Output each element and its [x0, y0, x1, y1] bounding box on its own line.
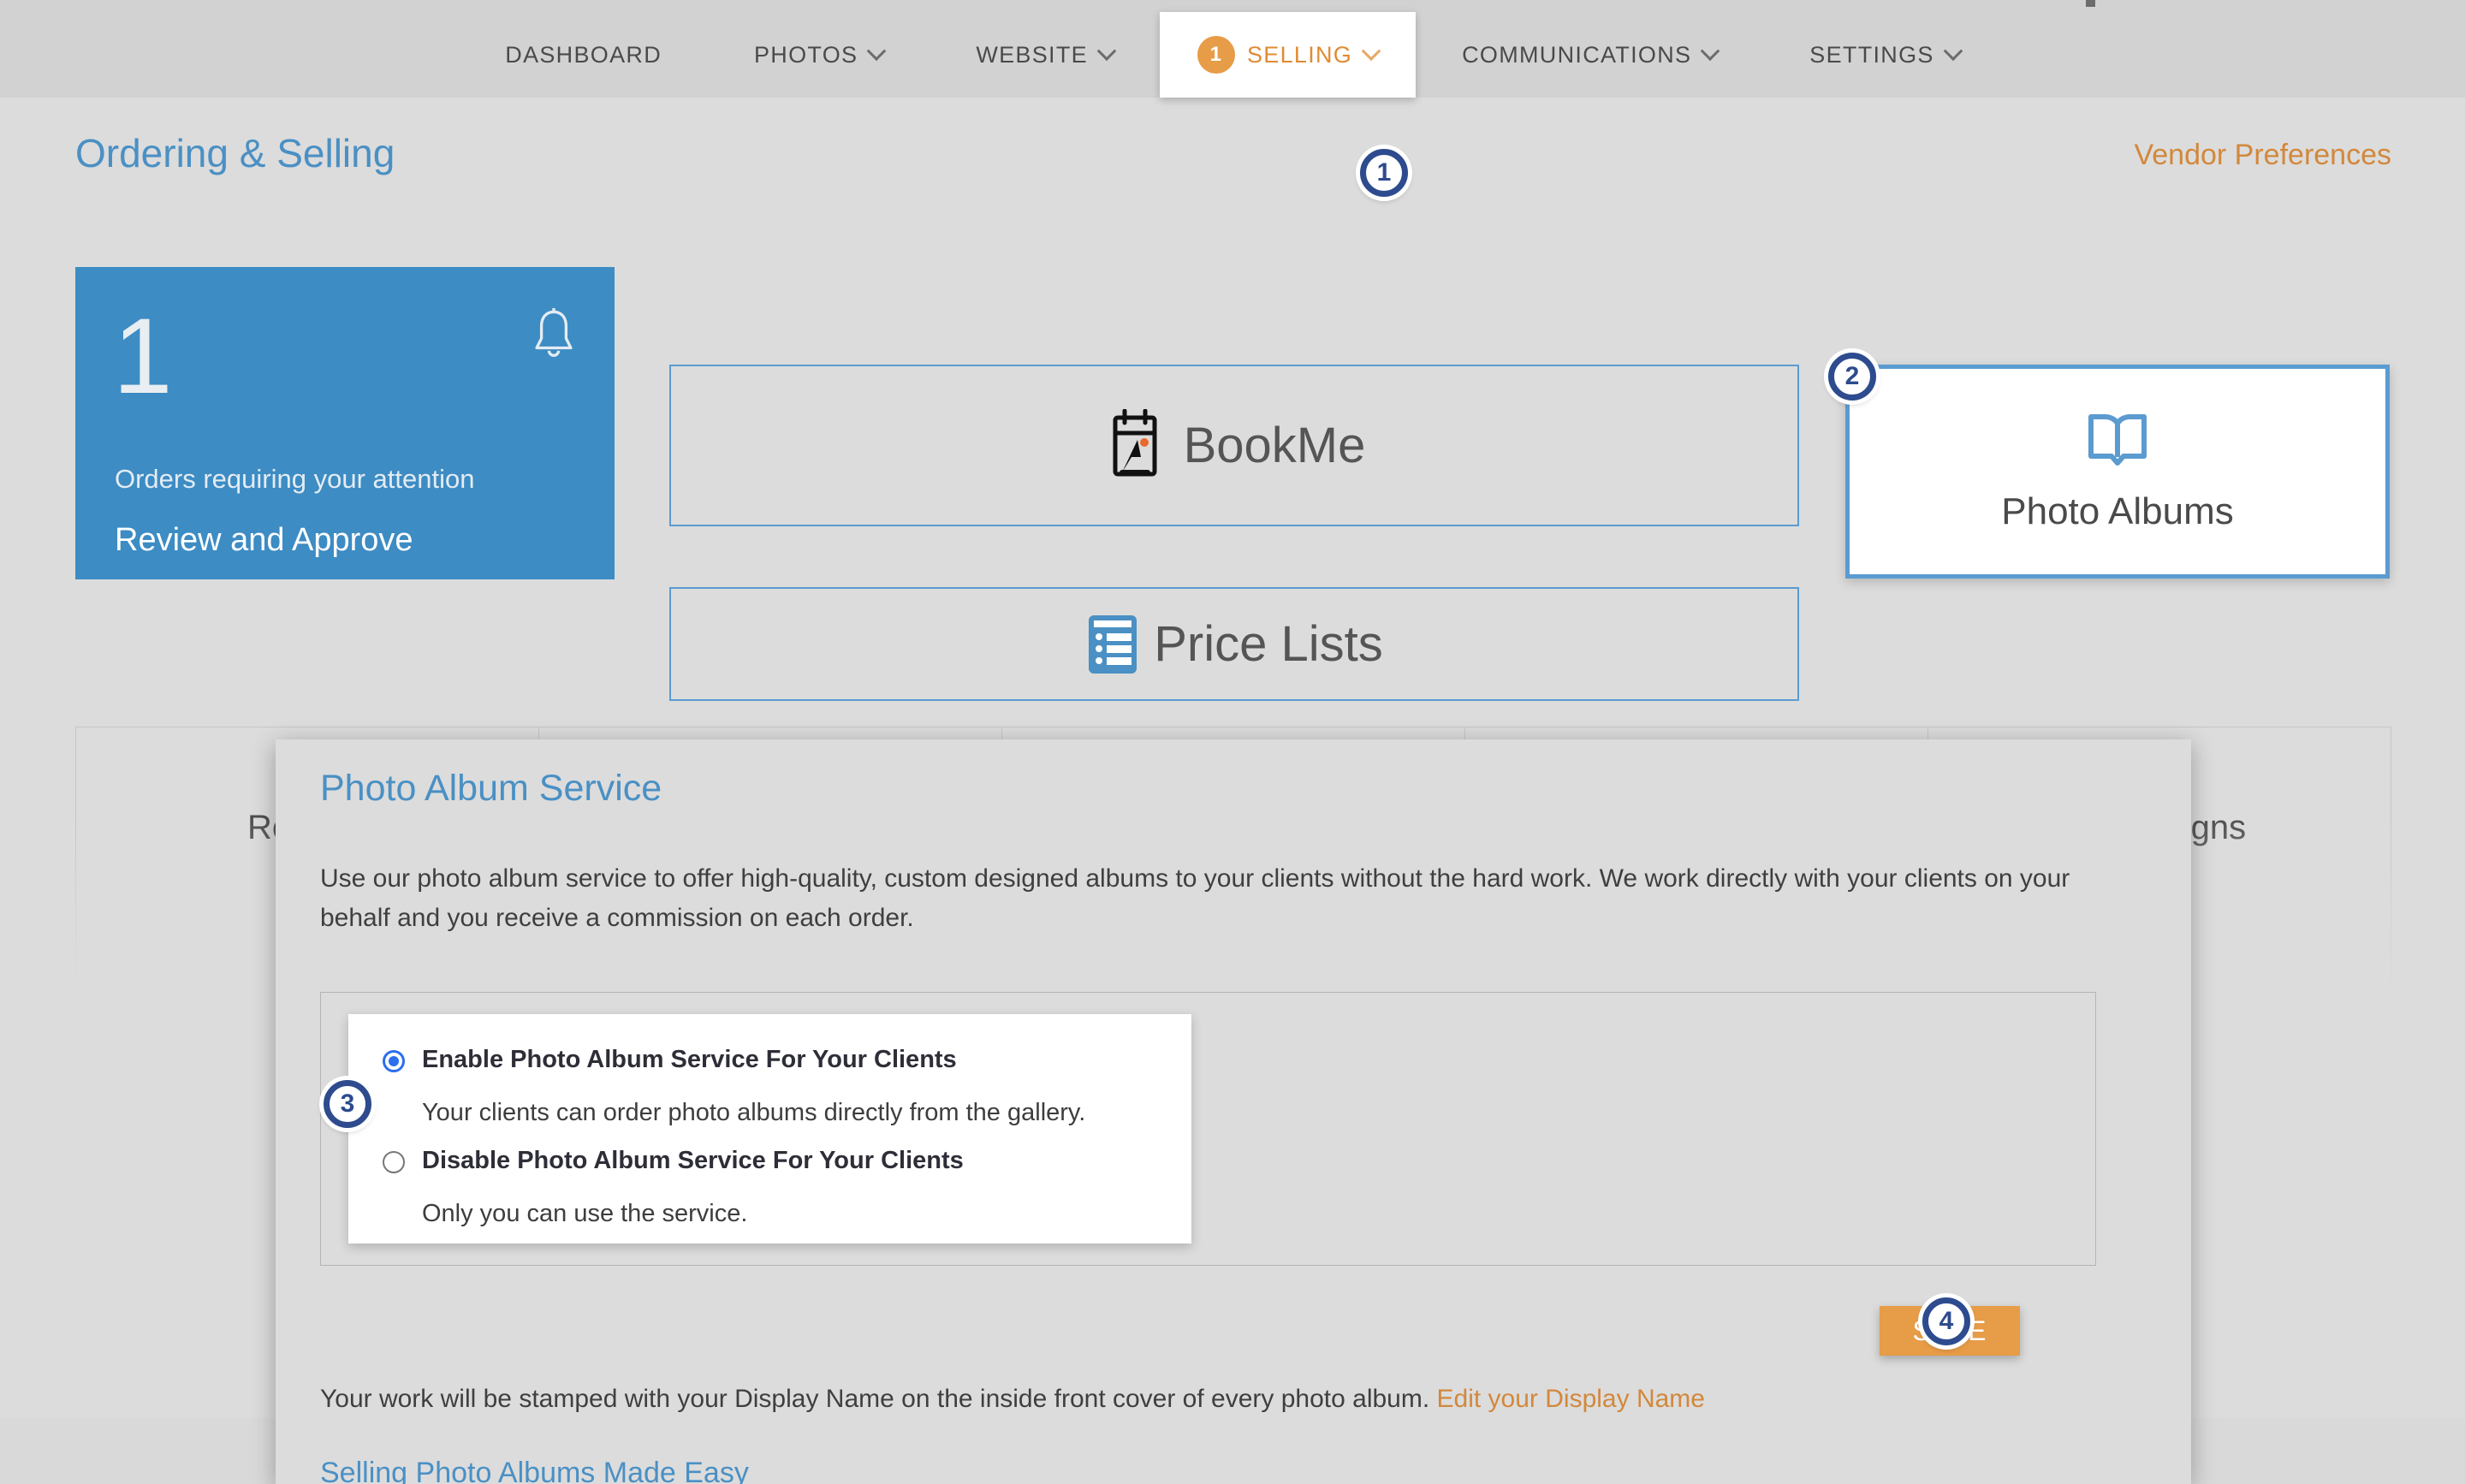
- modal-description: Use our photo album service to offer hig…: [320, 864, 2070, 932]
- nav-tab-dashboard[interactable]: DASHBOARD: [459, 12, 708, 98]
- orders-review-approve-link[interactable]: Review and Approve: [115, 522, 413, 559]
- display-name-stamp-text: Your work will be stamped with your Disp…: [320, 1385, 1705, 1414]
- page-title: Ordering & Selling: [75, 131, 395, 175]
- main-navigation: DASHBOARD PHOTOS WEBSITE 1 SELLING COMMU…: [0, 12, 2465, 98]
- disable-photo-album-service-radio[interactable]: [383, 1151, 405, 1173]
- nav-tab-settings[interactable]: SETTINGS: [1763, 12, 2005, 98]
- chevron-down-icon: [1361, 41, 1381, 62]
- photo-albums-tile[interactable]: Photo Albums: [1845, 365, 2390, 579]
- nav-tab-website[interactable]: WEBSITE: [930, 12, 1160, 98]
- bookme-calendar-icon: [1113, 408, 1157, 476]
- nav-tab-selling-label: SELLING: [1246, 41, 1353, 68]
- chevron-down-icon: [867, 41, 887, 62]
- option-enable-note: Your clients can order photo albums dire…: [422, 1098, 1086, 1126]
- vendor-preferences-link[interactable]: Vendor Preferences: [2134, 139, 2391, 172]
- chevron-down-icon: [1700, 41, 1720, 62]
- photo-albums-label: Photo Albums: [2001, 490, 2234, 532]
- options-card: Enable Photo Album Service For Your Clie…: [348, 1014, 1191, 1244]
- orders-subtitle: Orders requiring your attention: [115, 464, 475, 494]
- nav-tab-settings-label: SETTINGS: [1809, 41, 1934, 68]
- selling-count-badge: 1: [1197, 36, 1235, 74]
- annotation-marker-3: 3: [324, 1080, 371, 1128]
- annotation-marker-4: 4: [1922, 1297, 1970, 1345]
- orders-attention-card[interactable]: 1 Orders requiring your attention Review…: [75, 267, 615, 579]
- option-disable-texts: Disable Photo Album Service For Your Cli…: [422, 1146, 964, 1228]
- bell-icon: [535, 308, 573, 357]
- open-book-icon: [2088, 414, 2147, 466]
- photo-album-service-modal: Photo Album Service Use our photo album …: [276, 739, 2191, 1484]
- price-lists-tile[interactable]: Price Lists: [669, 587, 1799, 701]
- annotation-marker-1: 1: [1360, 149, 1408, 197]
- cursor-artifact: [2086, 0, 2095, 7]
- selling-albums-made-easy-link[interactable]: Selling Photo Albums Made Easy: [320, 1457, 749, 1484]
- option-disable-title: Disable Photo Album Service For Your Cli…: [422, 1147, 964, 1174]
- price-lists-label: Price Lists: [1154, 616, 1383, 672]
- nav-tab-communications[interactable]: COMMUNICATIONS: [1416, 12, 1763, 98]
- page-body: Ordering & Selling Vendor Preferences 1 …: [0, 98, 2465, 1484]
- options-container: Enable Photo Album Service For Your Clie…: [320, 992, 2096, 1266]
- bookme-label: BookMe: [1183, 418, 1366, 473]
- top-strip: [0, 0, 2465, 12]
- chevron-down-icon: [1943, 41, 1963, 62]
- nav-tab-photos-label: PHOTOS: [754, 41, 858, 68]
- modal-title: Photo Album Service: [320, 768, 662, 809]
- enable-photo-album-service-radio[interactable]: [383, 1050, 405, 1072]
- nav-tab-dashboard-label: DASHBOARD: [505, 41, 662, 68]
- nav-tab-communications-label: COMMUNICATIONS: [1462, 41, 1692, 68]
- nav-tab-website-label: WEBSITE: [976, 41, 1088, 68]
- option-disable-row[interactable]: Disable Photo Album Service For Your Cli…: [383, 1146, 964, 1228]
- nav-item-list: DASHBOARD PHOTOS WEBSITE 1 SELLING COMMU…: [459, 12, 2005, 98]
- option-enable-title: Enable Photo Album Service For Your Clie…: [422, 1046, 957, 1073]
- nav-tab-selling[interactable]: 1 SELLING: [1159, 12, 1417, 98]
- chevron-down-icon: [1096, 41, 1117, 62]
- stamp-sentence: Your work will be stamped with your Disp…: [320, 1385, 1430, 1413]
- nav-tab-photos[interactable]: PHOTOS: [708, 12, 930, 98]
- edit-display-name-link[interactable]: Edit your Display Name: [1437, 1385, 1705, 1413]
- annotation-marker-2: 2: [1828, 353, 1876, 401]
- orders-count: 1: [113, 297, 173, 416]
- bookme-tile[interactable]: BookMe: [669, 365, 1799, 526]
- price-list-icon: [1089, 614, 1137, 674]
- option-disable-note: Only you can use the service.: [422, 1199, 748, 1227]
- option-enable-row[interactable]: Enable Photo Album Service For Your Clie…: [383, 1045, 1085, 1127]
- option-enable-texts: Enable Photo Album Service For Your Clie…: [422, 1045, 1085, 1127]
